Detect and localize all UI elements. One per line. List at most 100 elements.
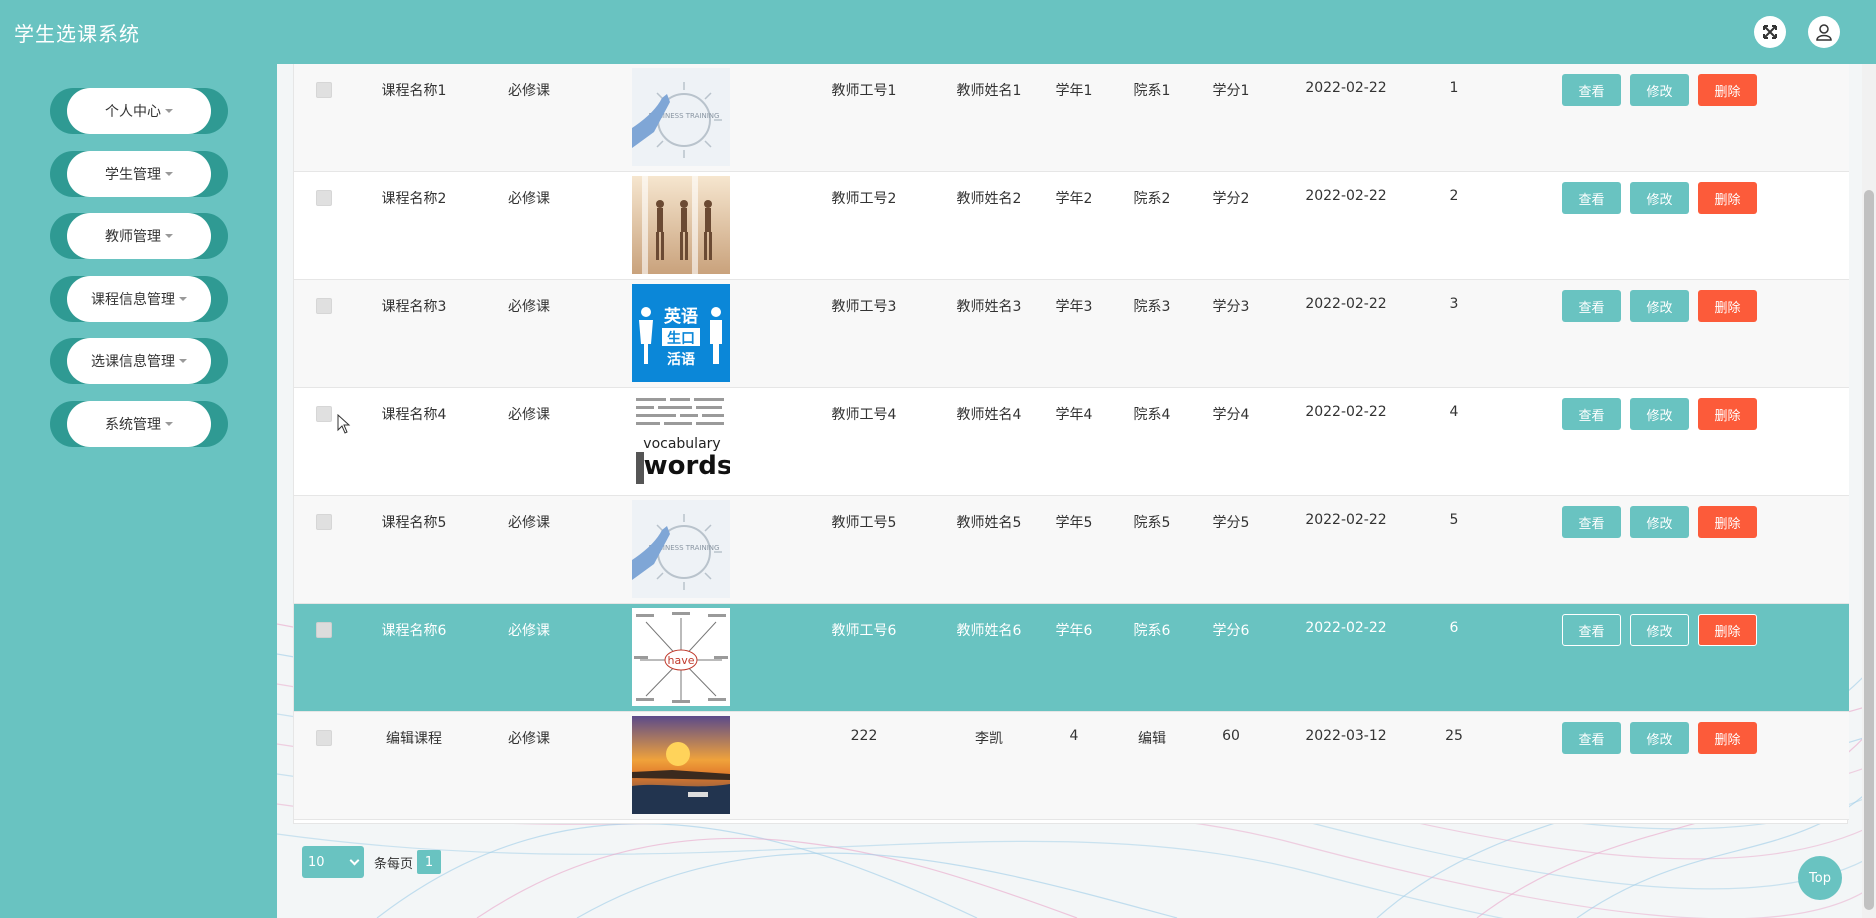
sidebar-item-pill[interactable]: 系统管理 <box>67 401 211 447</box>
delete-button[interactable]: 删除 <box>1698 722 1757 754</box>
thumb-words-text: words <box>644 451 730 481</box>
academic-year: 学年3 <box>1055 299 1093 315</box>
row-checkbox[interactable] <box>316 190 332 206</box>
view-button[interactable]: 查看 <box>1562 614 1621 646</box>
credit: 学分4 <box>1212 407 1250 423</box>
sidebar: 个人中心 学生管理 教师管理 课程信息管理 选课信息管理 系统管理 <box>0 64 277 918</box>
academic-year: 学年6 <box>1055 623 1093 639</box>
delete-button[interactable]: 删除 <box>1698 74 1757 106</box>
sidebar-item-enrollment-management[interactable]: 选课信息管理 <box>50 338 228 384</box>
sidebar-item-pill[interactable]: 选课信息管理 <box>67 338 211 384</box>
table-row: 编辑课程 必修课 222 李凯 4 编辑 60 2022-03-12 25 查看… <box>294 712 1849 820</box>
teacher-id: 教师工号2 <box>831 191 897 207</box>
caret-down-icon <box>165 422 173 426</box>
delete-button[interactable]: 删除 <box>1698 614 1757 646</box>
count: 5 <box>1449 512 1459 528</box>
dancers-icon <box>632 176 730 274</box>
course-image: vocabulary words <box>632 392 730 490</box>
credit: 学分5 <box>1212 515 1250 531</box>
vocabulary-words-icon: vocabulary words <box>632 392 730 490</box>
academic-year: 4 <box>1069 728 1079 744</box>
business-training-icon: BUSINESS TRAINING <box>632 500 730 598</box>
date: 2022-02-22 <box>1305 80 1387 96</box>
department: 院系6 <box>1133 623 1171 639</box>
sunset-river-icon <box>632 716 730 814</box>
row-checkbox[interactable] <box>316 622 332 638</box>
sidebar-item-pill[interactable]: 教师管理 <box>67 213 211 259</box>
course-name: 课程名称2 <box>381 191 447 207</box>
department: 院系1 <box>1133 83 1171 99</box>
page-size-select[interactable]: 10 <box>302 846 364 878</box>
view-button[interactable]: 查看 <box>1562 290 1621 322</box>
user-icon <box>1816 24 1832 41</box>
course-name: 课程名称5 <box>381 515 447 531</box>
sidebar-item-label: 系统管理 <box>105 417 161 433</box>
course-image: 英语 生口 活语 <box>632 284 730 382</box>
course-image <box>632 176 730 274</box>
delete-button[interactable]: 删除 <box>1698 506 1757 538</box>
course-type: 必修课 <box>508 299 550 315</box>
edit-button[interactable]: 修改 <box>1630 74 1689 106</box>
sidebar-item-personal-center[interactable]: 个人中心 <box>50 88 228 134</box>
sidebar-item-pill[interactable]: 个人中心 <box>67 88 211 134</box>
back-to-top-button[interactable]: Top <box>1798 856 1842 900</box>
course-name: 课程名称3 <box>381 299 447 315</box>
edit-button[interactable]: 修改 <box>1630 506 1689 538</box>
credit: 学分3 <box>1212 299 1250 315</box>
edit-button[interactable]: 修改 <box>1630 722 1689 754</box>
edit-button[interactable]: 修改 <box>1630 182 1689 214</box>
sidebar-item-pill[interactable]: 学生管理 <box>67 151 211 197</box>
sidebar-item-teacher-management[interactable]: 教师管理 <box>50 213 228 259</box>
view-button[interactable]: 查看 <box>1562 182 1621 214</box>
edit-button[interactable]: 修改 <box>1630 290 1689 322</box>
view-button[interactable]: 查看 <box>1562 398 1621 430</box>
teacher-id: 教师工号6 <box>831 623 897 639</box>
scrollbar-thumb[interactable] <box>1864 190 1874 910</box>
row-checkbox[interactable] <box>316 730 332 746</box>
sidebar-item-student-management[interactable]: 学生管理 <box>50 151 228 197</box>
scrollbar[interactable] <box>1862 64 1876 918</box>
date: 2022-02-22 <box>1305 512 1387 528</box>
academic-year: 学年5 <box>1055 515 1093 531</box>
table-row: 课程名称3 必修课 英语 生口 活语 教师工号3 教师姓名3 学年3 院系3 学… <box>294 280 1849 388</box>
department: 院系4 <box>1133 407 1171 423</box>
view-button[interactable]: 查看 <box>1562 506 1621 538</box>
row-checkbox[interactable] <box>316 406 332 422</box>
fullscreen-button[interactable] <box>1754 16 1786 48</box>
view-button[interactable]: 查看 <box>1562 74 1621 106</box>
count: 1 <box>1449 80 1459 96</box>
table-row: 课程名称4 必修课 vocabulary words 教师工号4 教师姓名4 学… <box>294 388 1849 496</box>
course-type: 必修课 <box>508 623 550 639</box>
course-image: BUSINESS TRAINING <box>632 500 730 598</box>
delete-button[interactable]: 删除 <box>1698 398 1757 430</box>
thumb-vocabulary-text: vocabulary <box>643 436 720 452</box>
date: 2022-02-22 <box>1305 188 1387 204</box>
sidebar-item-pill[interactable]: 课程信息管理 <box>67 276 211 322</box>
edit-button[interactable]: 修改 <box>1630 614 1689 646</box>
edit-button[interactable]: 修改 <box>1630 398 1689 430</box>
credit: 学分6 <box>1212 623 1250 639</box>
count: 25 <box>1445 728 1463 744</box>
row-checkbox[interactable] <box>316 298 332 314</box>
sidebar-item-system-management[interactable]: 系统管理 <box>50 401 228 447</box>
course-name: 课程名称1 <box>381 83 447 99</box>
sidebar-item-course-info-management[interactable]: 课程信息管理 <box>50 276 228 322</box>
page-number-button[interactable]: 1 <box>417 850 442 874</box>
teacher-id: 教师工号1 <box>831 83 897 99</box>
chevron-down-icon <box>349 855 360 865</box>
row-checkbox[interactable] <box>316 514 332 530</box>
sidebar-item-label: 个人中心 <box>105 104 161 120</box>
caret-down-icon <box>179 297 187 301</box>
top-header: 学生选课系统 <box>0 0 1876 64</box>
user-profile-button[interactable] <box>1808 16 1840 48</box>
department: 院系3 <box>1133 299 1171 315</box>
delete-button[interactable]: 删除 <box>1698 182 1757 214</box>
row-checkbox[interactable] <box>316 82 332 98</box>
course-image <box>632 716 730 814</box>
thumb-have-text: have <box>668 654 695 667</box>
thumb-english-text-1: 英语 <box>664 306 698 327</box>
delete-button[interactable]: 删除 <box>1698 290 1757 322</box>
view-button[interactable]: 查看 <box>1562 722 1621 754</box>
course-type: 必修课 <box>508 191 550 207</box>
page-size-value: 10 <box>308 854 325 870</box>
